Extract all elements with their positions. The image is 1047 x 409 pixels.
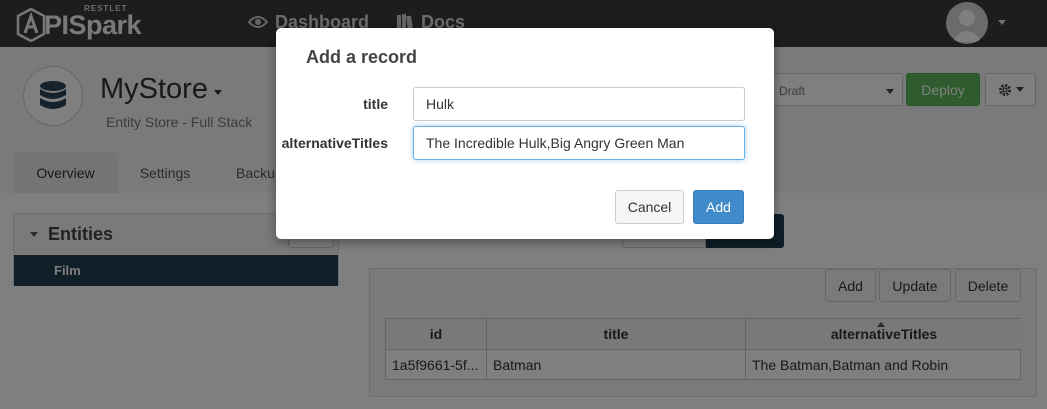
cancel-button[interactable]: Cancel (615, 190, 684, 224)
dialog-title: Add a record (306, 47, 418, 67)
add-record-dialog: Add a record title alternativeTitles Can… (276, 28, 774, 239)
title-field[interactable] (413, 87, 745, 121)
add-button[interactable]: Add (693, 190, 744, 224)
alternative-titles-field[interactable] (413, 126, 745, 160)
title-field-label: title (363, 96, 388, 112)
alternative-titles-field-label: alternativeTitles (281, 135, 388, 151)
